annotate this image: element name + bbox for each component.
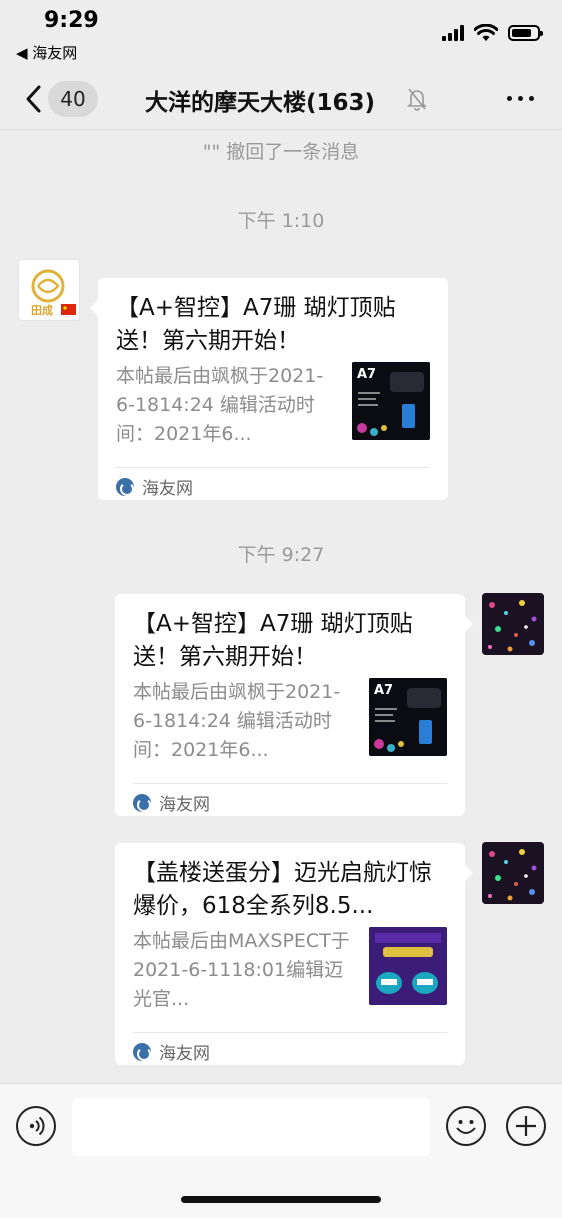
my-avatar[interactable] bbox=[482, 593, 544, 655]
my-avatar[interactable] bbox=[482, 842, 544, 904]
status-time: 9:29 bbox=[44, 8, 99, 33]
emoji-button[interactable] bbox=[446, 1106, 486, 1146]
chat-title: 大洋的摩天大楼(163) bbox=[144, 90, 376, 116]
thumb-label: A7 bbox=[357, 367, 376, 382]
card-source: 海友网 bbox=[133, 790, 210, 815]
link-card[interactable]: 【A+智控】A7珊 瑚灯顶贴送！第六期开始！ 本帖最后由飒枫于2021-6-18… bbox=[90, 278, 448, 500]
chat-header: 40 大洋的摩天大楼(163) bbox=[0, 68, 562, 130]
card-divider bbox=[116, 467, 430, 468]
card-divider bbox=[133, 783, 447, 784]
card-thumbnail bbox=[369, 927, 447, 1005]
source-name: 海友网 bbox=[159, 795, 210, 815]
more-actions-button[interactable] bbox=[506, 1106, 546, 1146]
battery-level bbox=[512, 29, 532, 37]
source-name: 海友网 bbox=[142, 479, 193, 499]
source-name: 海友网 bbox=[159, 1044, 210, 1064]
timestamp: 下午 1:10 bbox=[237, 210, 325, 232]
source-logo-icon bbox=[116, 477, 134, 496]
unread-count-badge[interactable]: 40 bbox=[48, 81, 98, 117]
card-description: 本帖最后由飒枫于2021-6-1814:24 编辑活动时间：2021年6... bbox=[116, 365, 324, 445]
recall-notice: "" 撤回了一条消息 bbox=[202, 141, 360, 163]
mute-bell-icon bbox=[407, 88, 427, 111]
card-title: 【A+智控】A7珊 瑚灯顶贴送！第六期开始！ bbox=[116, 295, 396, 354]
card-divider bbox=[133, 1032, 447, 1033]
voice-icon bbox=[29, 1116, 45, 1136]
link-card[interactable]: 【A+智控】A7珊 瑚灯顶贴送！第六期开始！ 本帖最后由飒枫于2021-6-18… bbox=[115, 594, 473, 816]
status-icons bbox=[442, 24, 543, 42]
home-indicator[interactable] bbox=[181, 1196, 381, 1203]
back-to-app-link[interactable]: ◀ 海友网 bbox=[16, 42, 77, 63]
card-title: 【盖楼送蛋分】迈光启航灯惊爆价，618全系列8.5... bbox=[133, 860, 432, 919]
sender-avatar[interactable]: 田成 bbox=[18, 259, 80, 321]
signal-icon bbox=[442, 25, 464, 41]
source-logo-icon bbox=[133, 1042, 151, 1061]
thumb-label: A7 bbox=[374, 683, 393, 698]
more-icon[interactable] bbox=[507, 96, 534, 101]
link-card[interactable]: 【盖楼送蛋分】迈光启航灯惊爆价，618全系列8.5... 本帖最后由MAXSPE… bbox=[115, 843, 473, 1065]
card-description: 本帖最后由MAXSPECT于2021-6-1118:01编辑迈光官... bbox=[133, 930, 350, 1010]
card-source: 海友网 bbox=[116, 474, 193, 499]
battery-icon bbox=[508, 25, 543, 41]
emoji-icon bbox=[456, 1120, 476, 1134]
card-description: 本帖最后由飒枫于2021-6-1814:24 编辑活动时间：2021年6... bbox=[133, 681, 341, 761]
card-thumbnail: A7 bbox=[352, 362, 430, 440]
wifi-icon bbox=[474, 24, 498, 41]
voice-input-button[interactable] bbox=[16, 1106, 56, 1146]
source-logo-icon bbox=[133, 793, 151, 812]
card-thumbnail: A7 bbox=[369, 678, 447, 756]
message-input[interactable] bbox=[72, 1098, 430, 1156]
card-source: 海友网 bbox=[133, 1039, 210, 1064]
svg-text:田成: 田成 bbox=[31, 303, 53, 317]
card-title: 【A+智控】A7珊 瑚灯顶贴送！第六期开始！ bbox=[133, 611, 413, 670]
plus-icon bbox=[516, 1116, 536, 1136]
status-bar: 9:29 ◀ 海友网 bbox=[0, 0, 562, 68]
back-arrow-icon[interactable] bbox=[22, 82, 48, 116]
timestamp: 下午 9:27 bbox=[237, 544, 325, 566]
